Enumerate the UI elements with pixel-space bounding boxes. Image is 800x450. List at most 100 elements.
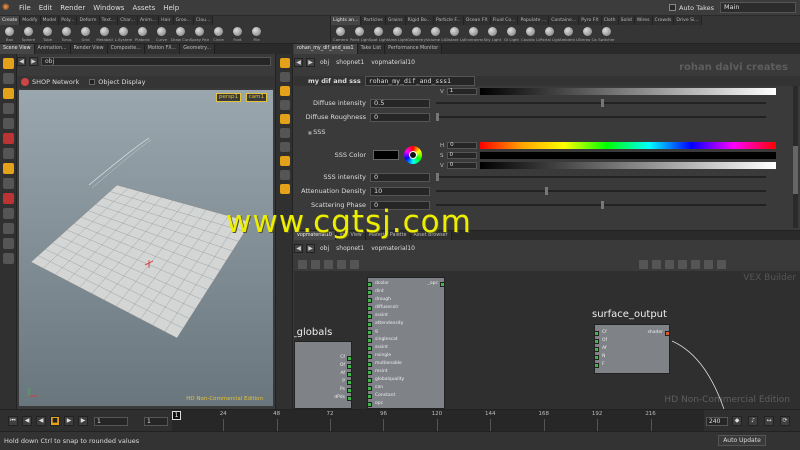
shelf-tab[interactable]: Pyro FX <box>579 16 602 25</box>
hue-channel-field[interactable]: 0 <box>447 142 478 149</box>
help-icon[interactable] <box>717 259 726 269</box>
display-options-icon[interactable] <box>280 58 290 68</box>
net-back-icon[interactable]: ◀ <box>294 243 303 253</box>
shelf-tool-button[interactable]: L-System <box>114 25 133 44</box>
camera-icon[interactable] <box>280 156 290 166</box>
shelf-tool-button[interactable]: Box <box>0 25 19 44</box>
shelf-tab[interactable]: Wires <box>634 16 653 25</box>
node-port[interactable] <box>367 322 372 327</box>
shelf-tool-button[interactable]: Draw Curve <box>171 25 190 44</box>
color-wheel-icon[interactable] <box>404 146 422 164</box>
auto-takes-toggle[interactable]: Auto Takes <box>663 4 720 12</box>
shelf-tab[interactable]: Create <box>0 16 21 25</box>
jump-start-icon[interactable]: ⏮ <box>8 416 18 426</box>
menu-render[interactable]: Render <box>56 4 89 12</box>
val-channel-field[interactable]: 0 <box>446 162 477 169</box>
parameters-node[interactable]: dcolor dint drough diffusecolr sssint attende… <box>367 277 445 409</box>
paint-tool-icon[interactable] <box>3 208 14 219</box>
param-slider-knob[interactable] <box>436 113 439 121</box>
network-editor[interactable]: VEX Builder HD Non-Commercial Edition ce… <box>294 271 800 409</box>
tile-view-icon[interactable] <box>324 259 333 269</box>
shelf-tool-button[interactable]: Circle <box>209 25 228 44</box>
node-port[interactable] <box>367 378 372 383</box>
node-port[interactable] <box>367 346 372 351</box>
list-view-icon[interactable] <box>298 259 307 269</box>
pane-tab[interactable]: Motion FX... <box>144 44 181 54</box>
snap-tool-icon[interactable] <box>3 163 14 174</box>
node-port[interactable] <box>347 396 352 401</box>
pane-tab[interactable]: Composite... <box>107 44 145 54</box>
current-frame-field[interactable]: 1 <box>94 417 128 426</box>
node-port[interactable] <box>367 338 372 343</box>
view-tool-icon[interactable] <box>3 148 14 159</box>
lighting-icon[interactable] <box>280 72 290 82</box>
node-port[interactable] <box>367 282 372 287</box>
shelf-tab[interactable]: Groo... <box>173 16 194 25</box>
camera-cam-menu[interactable]: cam1 <box>245 93 267 102</box>
shelf-tab[interactable]: Populate ... <box>518 16 550 25</box>
param-value-field[interactable]: 0.5 <box>370 98 430 108</box>
normals-icon[interactable] <box>280 142 290 152</box>
shelf-tab[interactable]: Clou... <box>193 16 214 25</box>
pane-tab[interactable]: Animation... <box>34 44 71 54</box>
node-output-port[interactable] <box>440 282 445 287</box>
param-slider[interactable] <box>436 201 766 209</box>
node-port[interactable] <box>367 298 372 303</box>
realtime-icon[interactable]: ⟳ <box>780 416 790 426</box>
handle-tool-icon[interactable] <box>3 118 14 129</box>
shelf-tool-button[interactable]: Font <box>228 25 247 44</box>
menu-file[interactable]: File <box>15 4 35 12</box>
shelf-tab[interactable]: Solid <box>618 16 635 25</box>
sat-channel-field[interactable]: 0 <box>446 152 477 159</box>
node-port[interactable] <box>594 355 599 360</box>
param-value-field[interactable]: 0 <box>370 172 430 182</box>
net-forward-icon[interactable]: ▶ <box>306 243 315 253</box>
play-reverse-icon[interactable]: ◀ <box>36 416 46 426</box>
object-display-checkbox[interactable] <box>89 79 96 85</box>
shelf-tool-button[interactable]: Curve <box>152 25 171 44</box>
node-port[interactable] <box>367 402 372 407</box>
points-icon[interactable] <box>280 128 290 138</box>
node-port[interactable] <box>367 386 372 391</box>
snap-icon[interactable] <box>665 259 674 269</box>
shelf-tab[interactable]: Grains <box>385 16 406 25</box>
sss-color-swatch[interactable] <box>373 150 399 160</box>
timeline-ruler[interactable]: 1 24 48 72 96 120 144 168 192 216 <box>172 410 704 432</box>
network-settings-icon[interactable] <box>337 259 346 269</box>
houdini-logo-icon[interactable]: ✺ <box>2 3 12 13</box>
menu-windows[interactable]: Windows <box>89 4 128 12</box>
param-slider[interactable] <box>436 173 766 181</box>
node-port[interactable] <box>594 331 599 336</box>
pane-tab[interactable]: Render View <box>70 44 108 54</box>
playhead-frame[interactable]: 1 <box>172 411 181 420</box>
flipbook-icon[interactable] <box>3 238 14 249</box>
node-port[interactable] <box>347 380 352 385</box>
frame-all-icon[interactable] <box>704 259 713 269</box>
rotate-tool-icon[interactable] <box>3 88 14 99</box>
shelf-tab[interactable]: Deform <box>77 16 100 25</box>
node-port[interactable] <box>594 347 599 352</box>
menu-help[interactable]: Help <box>159 4 183 12</box>
shelf-tab[interactable]: Model <box>40 16 60 25</box>
shelf-tool-button[interactable]: Distant Light <box>445 25 464 44</box>
shelf-tool-button[interactable]: Portal Light <box>540 25 559 44</box>
ghost-icon[interactable] <box>280 114 290 124</box>
value-bar[interactable] <box>479 162 776 169</box>
pane-tab[interactable]: Scene View <box>0 44 35 54</box>
end-frame-field[interactable]: 240 <box>706 417 728 426</box>
menu-assets[interactable]: Assets <box>128 4 159 12</box>
safe-area-icon[interactable] <box>280 184 290 194</box>
shelf-tool-button[interactable]: GI Light <box>502 25 521 44</box>
net-crumb-vopmaterial[interactable]: vopmaterial10 <box>369 245 417 252</box>
shelf-tab[interactable]: Poly... <box>59 16 78 25</box>
sticky-note-icon[interactable] <box>350 259 359 269</box>
shelf-tool-button[interactable]: Metaball <box>95 25 114 44</box>
range-icon[interactable]: ↔ <box>764 416 774 426</box>
top-channel-field[interactable]: 1 <box>446 88 477 95</box>
shelf-tool-button[interactable]: Ambient Li... <box>559 25 578 44</box>
shelf-tool-button[interactable]: Volume Light <box>426 25 445 44</box>
param-value-field[interactable]: 10 <box>370 186 430 196</box>
shelf-tab[interactable]: Crowds <box>652 16 675 25</box>
shelf-tool-button[interactable]: Stereo Ca... <box>578 25 597 44</box>
param-slider[interactable] <box>436 113 766 121</box>
